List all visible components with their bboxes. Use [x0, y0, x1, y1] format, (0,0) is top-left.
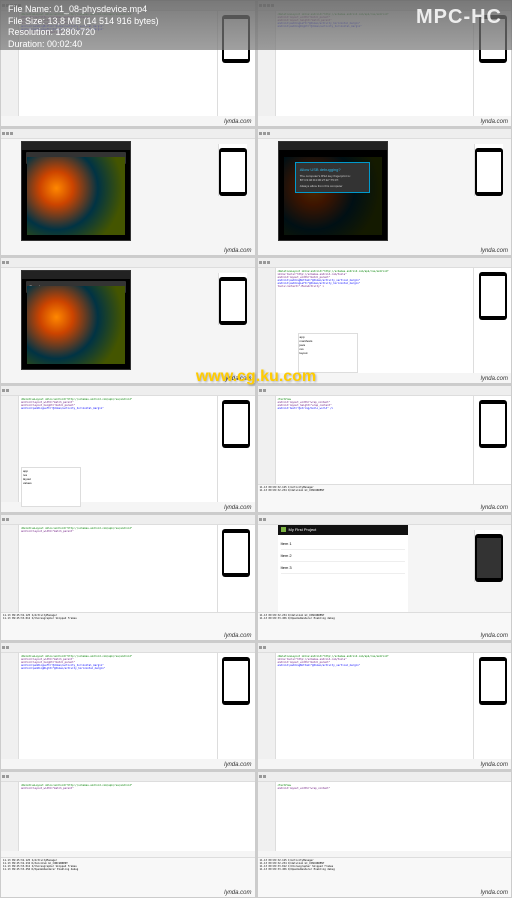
brand-logo: lynda.com [224, 119, 251, 125]
android-emulator: Google [21, 270, 131, 370]
thumb-5: Google lynda.com [0, 257, 256, 384]
android-emulator: Google [21, 141, 131, 241]
thumb-8: <TextView android:layout_width="wrap_con… [257, 385, 512, 512]
player-logo: MPC-HC [416, 6, 502, 29]
logcat-panel: 11-13 09:45:32.125 I/ActivityManager 11-… [258, 484, 512, 512]
thumb-4: Allow USB debugging? The computer's RSA … [257, 128, 512, 255]
usb-debug-dialog: Allow USB debugging? The computer's RSA … [295, 162, 371, 193]
thumb-3: Google lynda.com [0, 128, 256, 255]
app-icon [281, 527, 286, 532]
thumb-7: <RelativeLayout xmlns:android="http://sc… [0, 385, 256, 512]
thumb-13: <RelativeLayout xmlns:android="http://sc… [0, 771, 256, 898]
thumb-6: <RelativeLayout xmlns:android="http://sc… [257, 257, 512, 384]
video-info-overlay: File Name: 01_08-physdevice.mp4 File Siz… [0, 0, 512, 50]
thumb-9: <RelativeLayout xmlns:android="http://sc… [0, 514, 256, 641]
thumb-10: My First Project Item 1 Item 2 Item 3 11… [257, 514, 512, 641]
list-item: Item 3 [281, 562, 405, 574]
android-emulator: Allow USB debugging? The computer's RSA … [278, 141, 388, 241]
thumb-11: <RelativeLayout xmlns:android="http://sc… [0, 642, 256, 769]
thumb-14: <TextView android:layout_width="wrap_con… [257, 771, 512, 898]
list-item: Item 1 [281, 538, 405, 550]
thumbnail-grid: <RelativeLayout xmlns:android="http://sc… [0, 0, 512, 898]
project-tree: app manifests java res layout [298, 333, 358, 373]
list-item: Item 2 [281, 550, 405, 562]
thumb-12: <RelativeLayout xmlns:android="http://sc… [257, 642, 512, 769]
